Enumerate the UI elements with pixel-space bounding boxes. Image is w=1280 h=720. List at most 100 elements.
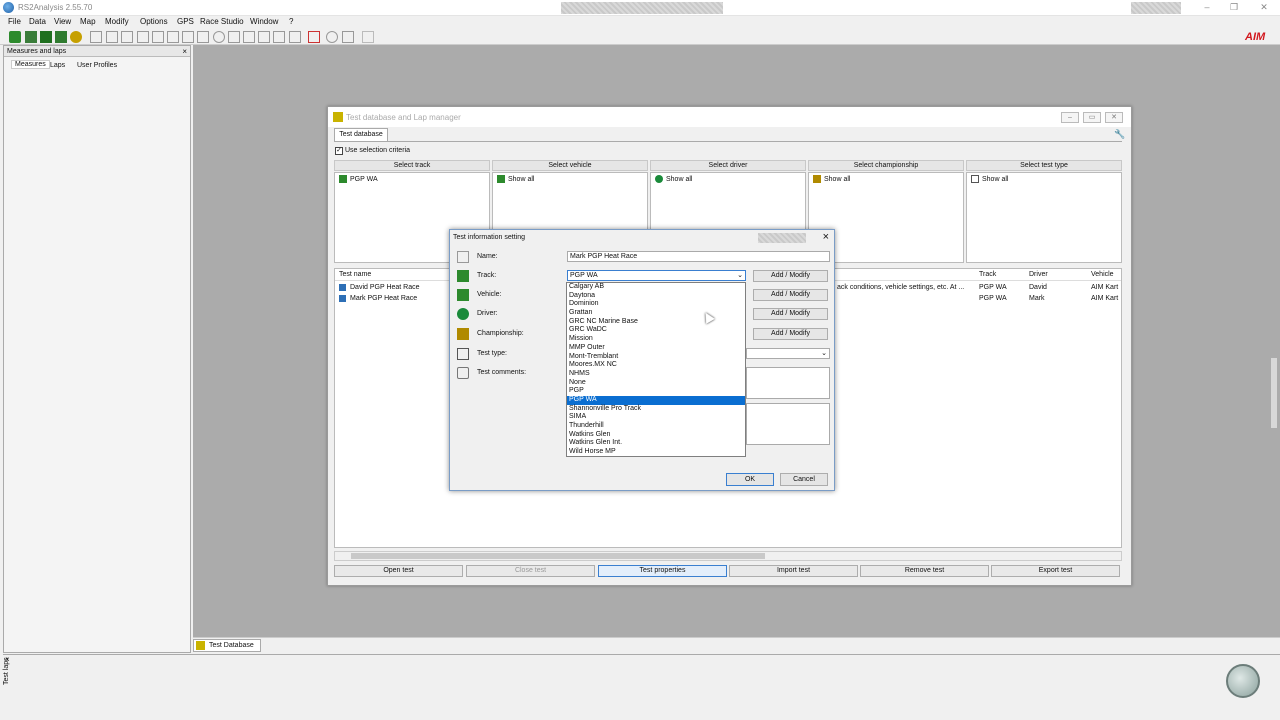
dropdown-option[interactable]: PGP [567,387,745,396]
dropdown-option[interactable]: Watkins Glen Int. [567,439,745,448]
wrench-icon[interactable]: 🔧 [1114,129,1125,139]
dropdown-option[interactable]: Grattan [567,309,745,318]
use-selection-checkbox[interactable]: ✓ [335,147,343,155]
dropdown-option[interactable]: Daytona [567,292,745,301]
minimize-icon[interactable]: – [1197,1,1217,14]
minimize-icon[interactable]: – [1061,112,1079,123]
settings-icon[interactable] [70,31,82,43]
dropdown-option[interactable]: Thunderhill [567,422,745,431]
dropdown-option[interactable]: PGP WA [567,395,745,405]
menu-help[interactable]: ? [289,17,293,26]
open-test-button[interactable]: Open test [334,565,463,577]
download-icon[interactable] [40,31,52,43]
cursor-icon[interactable] [243,31,255,43]
tab-measures[interactable]: Measures [11,60,50,69]
open-icon[interactable] [9,31,21,43]
line-icon[interactable] [106,31,118,43]
close-icon[interactable]: ✕ [1254,1,1274,14]
maximize-icon[interactable]: ▭ [1083,112,1101,123]
dropdown-option[interactable]: Mont-Tremblant [567,353,745,362]
col-test-name[interactable]: Test name [339,271,371,278]
col-driver[interactable]: Driver [1029,271,1048,278]
chevron-down-icon[interactable]: ⌄ [737,271,743,280]
dropdown-option[interactable]: Watkins Glen [567,431,745,440]
import-test-button[interactable]: Import test [729,565,858,577]
track-select[interactable]: PGP WA ⌄ [567,270,746,281]
vehicle-add-modify-button[interactable]: Add / Modify [753,289,828,301]
dropdown-option[interactable]: None [567,379,745,388]
dropdown-option[interactable]: NHMS [567,370,745,379]
zoom-icon[interactable] [342,31,354,43]
menu-view[interactable]: View [54,17,71,26]
close-test-button[interactable]: Close test [466,565,595,577]
dropdown-option[interactable]: GRC WaDC [567,326,745,335]
menu-map[interactable]: Map [80,17,96,26]
menu-race-studio[interactable]: Race Studio [200,17,244,26]
restore-icon[interactable]: ❐ [1224,1,1244,14]
list-item[interactable]: Show all [508,176,534,183]
menu-data[interactable]: Data [29,17,46,26]
tab-test-database[interactable]: Test database [334,128,388,141]
print-icon[interactable] [197,31,209,43]
name-field[interactable]: Mark PGP Heat Race [567,251,830,262]
horizontal-scrollbar[interactable] [334,551,1122,561]
tab-laps[interactable]: Laps [50,62,65,69]
menu-modify[interactable]: Modify [105,17,129,26]
menu-file[interactable]: File [8,17,21,26]
dropdown-option[interactable]: Moores.MX NC [567,361,745,370]
rotate-icon[interactable] [258,31,270,43]
curve-icon[interactable] [121,31,133,43]
dropdown-option[interactable]: Calgary AB [567,283,745,292]
track-dropdown-list[interactable]: Calgary AB Daytona Dominion Grattan GRC NC M… [566,282,746,457]
edit-icon[interactable] [90,31,102,43]
folder-icon[interactable] [25,31,37,43]
menu-options[interactable]: Options [140,17,168,26]
clock-icon[interactable] [326,31,338,43]
eraser-icon[interactable] [273,31,285,43]
close-icon[interactable]: × [823,231,829,243]
menu-gps[interactable]: GPS [177,17,194,26]
dropdown-option[interactable]: GRC NC Marine Base [567,318,745,327]
list-item[interactable]: Show all [666,176,692,183]
grid-icon[interactable] [182,31,194,43]
table-icon[interactable] [167,31,179,43]
comments-area[interactable] [746,403,830,445]
dropdown-option[interactable]: Wild Horse MP [567,448,745,457]
tree-icon[interactable] [55,31,67,43]
scrollbar[interactable] [1271,358,1277,428]
col-track[interactable]: Track [979,271,996,278]
list-item[interactable]: PGP WA [350,176,378,183]
upload-icon[interactable] [152,31,164,43]
refresh-icon[interactable] [213,31,225,43]
chevron-down-icon[interactable]: ⌄ [821,349,827,358]
list-item[interactable]: Show all [982,176,1008,183]
track-add-modify-button[interactable]: Add / Modify [753,270,828,282]
cancel-button[interactable]: Cancel [780,473,828,486]
dropdown-option[interactable]: MMP Outer [567,344,745,353]
test-properties-button[interactable]: Test properties [598,565,727,577]
driver-add-modify-button[interactable]: Add / Modify [753,308,828,320]
scroll-thumb[interactable] [351,553,765,559]
close-icon[interactable]: ✕ [1105,112,1123,123]
dropdown-option[interactable]: Mission [567,335,745,344]
championship-add-modify-button[interactable]: Add / Modify [753,328,828,340]
help-bubble-icon[interactable] [1226,664,1260,698]
test-type-list[interactable]: Show all [966,172,1122,263]
tab-user-profiles[interactable]: User Profiles [77,62,117,69]
comments-field[interactable] [746,367,830,399]
arrow-icon[interactable] [289,31,301,43]
test-type-select[interactable]: ⌄ [746,348,830,359]
remove-test-button[interactable]: Remove test [860,565,989,577]
tool-icon[interactable] [228,31,240,43]
chart-icon[interactable] [137,31,149,43]
list-item[interactable]: Show all [824,176,850,183]
menu-window[interactable]: Window [250,17,278,26]
dropdown-option[interactable]: Shannonville Pro Track [567,405,745,414]
close-icon[interactable]: × [182,46,187,57]
ok-button[interactable]: OK [726,473,774,486]
dropdown-option[interactable]: SIMA [567,413,745,422]
dropdown-option[interactable]: Dominion [567,300,745,309]
col-vehicle[interactable]: Vehicle [1091,271,1114,278]
track-icon[interactable] [308,31,320,43]
export-test-button[interactable]: Export test [991,565,1120,577]
